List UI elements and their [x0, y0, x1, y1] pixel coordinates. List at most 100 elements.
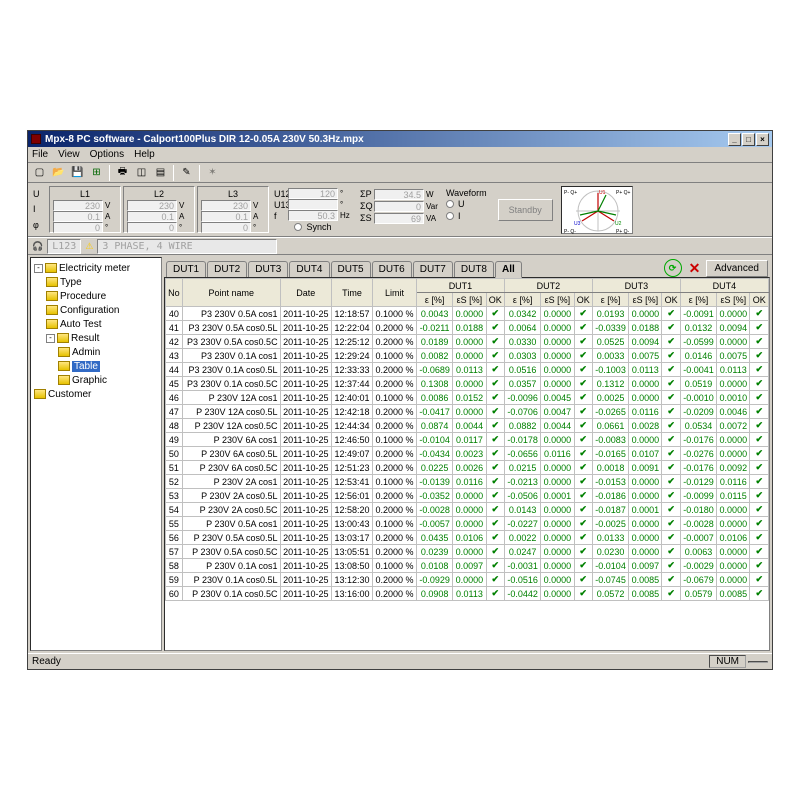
col-ok[interactable]: OK [486, 293, 504, 307]
table-row[interactable]: 59P 230V 0.1A cos0.5L2011-10-2513:12:300… [166, 573, 769, 587]
col-eps[interactable]: ε [%] [680, 293, 716, 307]
col-limit[interactable]: Limit [372, 279, 416, 307]
tab-dut1[interactable]: DUT1 [166, 261, 206, 277]
table-row[interactable]: 60P 230V 0.1A cos0.5C2011-10-2513:16:000… [166, 587, 769, 601]
menu-file[interactable]: File [32, 149, 48, 160]
row-i-label: I [33, 204, 45, 214]
col-dut3[interactable]: DUT3 [592, 279, 680, 293]
save-icon[interactable]: 💾 [69, 164, 86, 181]
tab-dut3[interactable]: DUT3 [248, 261, 288, 277]
minimize-button[interactable]: _ [728, 133, 741, 146]
waveform-i-radio[interactable] [446, 212, 454, 220]
col-no[interactable]: No [166, 279, 183, 307]
table-row[interactable]: 54P 230V 2A cos0.5C2011-10-2512:58:200.2… [166, 503, 769, 517]
tab-dut2[interactable]: DUT2 [207, 261, 247, 277]
table-row[interactable]: 46P 230V 12A cos12011-10-2512:40:010.100… [166, 391, 769, 405]
status-num: NUM [709, 655, 746, 668]
tree-config[interactable]: Configuration [60, 305, 119, 316]
collapse-icon[interactable]: - [34, 264, 43, 273]
table-row[interactable]: 51P 230V 6A cos0.5C2011-10-2512:51:230.2… [166, 461, 769, 475]
col-ok[interactable]: OK [662, 293, 680, 307]
tree-type[interactable]: Type [60, 277, 82, 288]
open-icon[interactable]: 📂 [50, 164, 67, 181]
table-row[interactable]: 53P 230V 2A cos0.5L2011-10-2512:56:010.2… [166, 489, 769, 503]
table-row[interactable]: 55P 230V 0.5A cos12011-10-2513:00:430.10… [166, 517, 769, 531]
menu-help[interactable]: Help [134, 149, 155, 160]
tab-all[interactable]: All [495, 261, 522, 278]
svg-text:P- Q-: P- Q- [564, 229, 576, 235]
tree-graphic[interactable]: Graphic [72, 375, 107, 386]
table-row[interactable]: 45P3 230V 0.1A cos0.5C2011-10-2512:37:44… [166, 377, 769, 391]
tree-customer[interactable]: Customer [48, 389, 91, 400]
table-row[interactable]: 44P3 230V 0.1A cos0.5L2011-10-2512:33:33… [166, 363, 769, 377]
folder-icon [58, 361, 70, 371]
col-point[interactable]: Point name [182, 279, 280, 307]
menu-view[interactable]: View [58, 149, 80, 160]
tree-result[interactable]: Result [71, 333, 99, 344]
table-row[interactable]: 58P 230V 0.1A cos12011-10-2513:08:500.10… [166, 559, 769, 573]
col-dut4[interactable]: DUT4 [680, 279, 768, 293]
tab-dut7[interactable]: DUT7 [413, 261, 453, 277]
standby-button[interactable]: Standby [498, 199, 553, 221]
tree-root[interactable]: Electricity meter [59, 263, 130, 274]
l1-group: L1 230V 0.1A 0° [49, 186, 121, 233]
table-row[interactable]: 42P3 230V 0.5A cos0.5C2011-10-2512:25:12… [166, 335, 769, 349]
col-eps[interactable]: ε [%] [416, 293, 452, 307]
advanced-button[interactable]: Advanced [706, 260, 768, 277]
refresh-button[interactable]: ⟳ [664, 259, 682, 277]
menubar: File View Options Help [28, 147, 772, 163]
table-row[interactable]: 56P 230V 0.5A cos0.5L2011-10-2513:03:170… [166, 531, 769, 545]
preview-icon[interactable]: ◫ [133, 164, 150, 181]
table-row[interactable]: 57P 230V 0.5A cos0.5C2011-10-2513:05:510… [166, 545, 769, 559]
wand-icon[interactable]: ✶ [204, 164, 221, 181]
tab-dut6[interactable]: DUT6 [372, 261, 412, 277]
maximize-button[interactable]: □ [742, 133, 755, 146]
app-window: Mpx-8 PC software - Calport100Plus DIR 1… [27, 130, 773, 670]
col-dut2[interactable]: DUT2 [504, 279, 592, 293]
table-row[interactable]: 50P 230V 6A cos0.5L2011-10-2512:49:070.2… [166, 447, 769, 461]
col-eps[interactable]: ε [%] [504, 293, 540, 307]
tree-table[interactable]: Table [72, 361, 100, 372]
col-dut1[interactable]: DUT1 [416, 279, 504, 293]
table-row[interactable]: 48P 230V 12A cos0.5C2011-10-2512:44:340.… [166, 419, 769, 433]
tab-dut8[interactable]: DUT8 [454, 261, 494, 277]
col-date[interactable]: Date [280, 279, 331, 307]
close-button[interactable]: × [756, 133, 769, 146]
export-icon[interactable]: ⊞ [88, 164, 105, 181]
col-ok[interactable]: OK [574, 293, 592, 307]
table-row[interactable]: 49P 230V 6A cos12011-10-2512:46:500.1000… [166, 433, 769, 447]
col-eps[interactable]: ε [%] [592, 293, 628, 307]
tab-dut4[interactable]: DUT4 [289, 261, 329, 277]
col-epss[interactable]: εS [%] [453, 293, 486, 307]
doc-icon[interactable]: ▤ [152, 164, 169, 181]
col-epss[interactable]: εS [%] [541, 293, 574, 307]
new-icon[interactable]: ▢ [31, 164, 48, 181]
table-row[interactable]: 43P3 230V 0.1A cos12011-10-2512:29:240.1… [166, 349, 769, 363]
print-icon[interactable]: 🖶 [114, 164, 131, 181]
tree-admin[interactable]: Admin [72, 347, 100, 358]
table-row[interactable]: 41P3 230V 0.5A cos0.5L2011-10-2512:22:04… [166, 321, 769, 335]
toolbar: ▢ 📂 💾 ⊞ 🖶 ◫ ▤ ✎ ✶ [28, 163, 772, 183]
svg-text:U2: U2 [615, 221, 622, 227]
waveform-u-radio[interactable] [446, 200, 454, 208]
tree-autotest[interactable]: Auto Test [60, 319, 102, 330]
menu-options[interactable]: Options [90, 149, 124, 160]
svg-text:U1: U1 [599, 190, 606, 196]
table-row[interactable]: 47P 230V 12A cos0.5L2011-10-2512:42:180.… [166, 405, 769, 419]
tool-icon[interactable]: ✎ [178, 164, 195, 181]
table-row[interactable]: 40P3 230V 0.5A cos12011-10-2512:18:570.1… [166, 307, 769, 321]
svg-text:U3: U3 [574, 221, 581, 227]
nav-tree[interactable]: - Electricity meter Type Procedure Config… [30, 257, 162, 651]
tree-procedure[interactable]: Procedure [60, 291, 106, 302]
results-grid[interactable]: No Point name Date Time Limit DUT1 DUT2 … [164, 277, 770, 651]
col-ok[interactable]: OK [750, 293, 769, 307]
col-time[interactable]: Time [332, 279, 373, 307]
delete-button[interactable]: ✕ [686, 259, 704, 277]
tab-dut5[interactable]: DUT5 [331, 261, 371, 277]
table-row[interactable]: 52P 230V 2A cos12011-10-2512:53:410.1000… [166, 475, 769, 489]
col-epss[interactable]: εS [%] [717, 293, 750, 307]
synch-radio[interactable] [294, 223, 302, 231]
collapse-icon[interactable]: - [46, 334, 55, 343]
col-epss[interactable]: εS [%] [629, 293, 662, 307]
mode-field: 3 PHASE, 4 WIRE [97, 239, 277, 254]
